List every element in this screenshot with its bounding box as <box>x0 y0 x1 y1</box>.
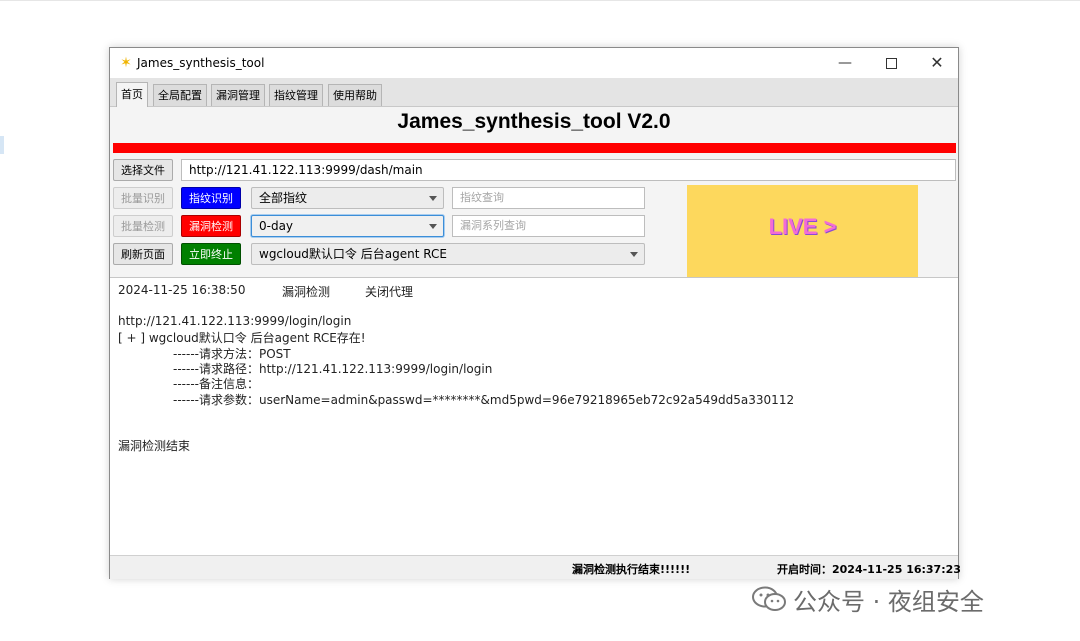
status-bar: 漏洞检测执行结束!!!!!! 开启时间：2024-11-25 16:37:23 <box>110 555 961 579</box>
poc-select[interactable]: wgcloud默认口令 后台agent RCE <box>251 243 645 265</box>
tab-fingerprint-management[interactable]: 指纹管理 <box>269 84 323 106</box>
maximize-icon <box>885 57 897 69</box>
live-banner[interactable]: LIVE > <box>687 185 918 277</box>
stop-now-button[interactable]: 立即终止 <box>181 243 241 265</box>
fingerprint-identify-button[interactable]: 指纹识别 <box>181 187 241 209</box>
chevron-down-icon <box>429 196 437 201</box>
poc-select-value: wgcloud默认口令 后台agent RCE <box>259 247 447 261</box>
fingerprint-select-value: 全部指纹 <box>259 191 308 205</box>
log-proxy: 关闭代理 <box>365 285 414 299</box>
app-heading: James_synthesis_tool V2.0 <box>397 110 671 133</box>
title-bar: ✶ James_synthesis_tool — ✕ <box>110 48 958 78</box>
log-mode: 漏洞检测 <box>282 285 331 299</box>
progress-bar <box>113 143 956 153</box>
tab-strip: 首页 全局配置 漏洞管理 指纹管理 使用帮助 <box>110 78 958 107</box>
batch-identify-button[interactable]: 批量识别 <box>113 187 173 209</box>
minimize-button[interactable]: — <box>822 48 868 78</box>
vuln-series-query-input[interactable]: 漏洞系列查询 <box>452 215 645 237</box>
tab-vuln-management[interactable]: 漏洞管理 <box>211 84 265 106</box>
page-top-line <box>0 0 1080 1</box>
log-target-url: http://121.41.122.113:9999/login/login <box>118 314 352 328</box>
log-request-params: ------请求参数：userName=admin&passwd=*******… <box>173 393 795 407</box>
app-star-icon: ✶ <box>120 55 132 71</box>
close-button[interactable]: ✕ <box>914 48 960 78</box>
tab-help[interactable]: 使用帮助 <box>328 84 382 106</box>
maximize-button[interactable] <box>868 48 914 78</box>
window-title: James_synthesis_tool <box>137 56 265 70</box>
wechat-icon <box>752 586 786 611</box>
log-end-message: 漏洞检测结束 <box>118 439 191 453</box>
vuln-select[interactable]: 0-day <box>251 215 444 237</box>
batch-detect-button[interactable]: 批量检测 <box>113 215 173 237</box>
select-file-button[interactable]: 选择文件 <box>113 159 173 181</box>
app-window: ✶ James_synthesis_tool — ✕ 首页 全局配置 漏洞管理 … <box>109 47 961 579</box>
vuln-detect-button[interactable]: 漏洞检测 <box>181 215 241 237</box>
chevron-down-icon <box>630 252 638 257</box>
refresh-page-button[interactable]: 刷新页面 <box>113 243 173 265</box>
fingerprint-select[interactable]: 全部指纹 <box>251 187 444 209</box>
chevron-down-icon <box>429 224 437 229</box>
status-message: 漏洞检测执行结束!!!!!! <box>572 563 691 576</box>
fingerprint-query-input[interactable]: 指纹查询 <box>452 187 645 209</box>
watermark-text: 公众号 · 夜组安全 <box>793 588 984 616</box>
tab-global-config[interactable]: 全局配置 <box>153 84 207 106</box>
tab-home[interactable]: 首页 <box>116 82 148 107</box>
url-input[interactable]: http://121.41.122.113:9999/dash/main <box>181 159 956 181</box>
log-remark: ------备注信息： <box>173 377 259 391</box>
log-result: [ + ] wgcloud默认口令 后台agent RCE存在! <box>118 331 366 345</box>
live-banner-text: LIVE > <box>768 214 837 239</box>
vuln-select-value: 0-day <box>259 219 294 233</box>
status-start-time: 开启时间：2024-11-25 16:37:23 <box>777 563 961 576</box>
log-timestamp: 2024-11-25 16:38:50 <box>118 283 246 297</box>
output-log[interactable]: 2024-11-25 16:38:50 漏洞检测 关闭代理 http://121… <box>110 277 958 555</box>
background-edge-highlight <box>0 136 4 154</box>
